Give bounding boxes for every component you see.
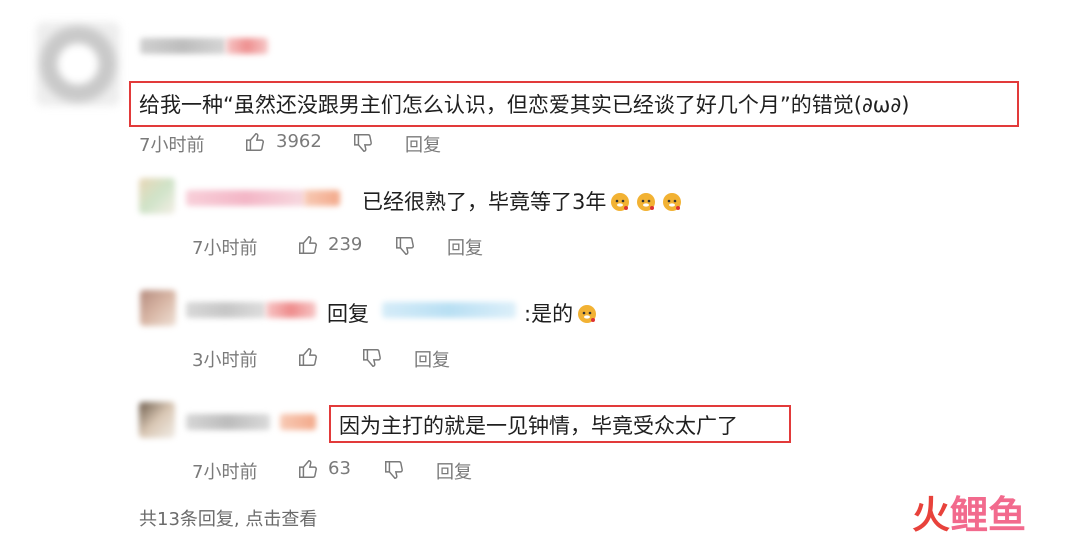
thumbs-up-icon — [299, 236, 317, 254]
reply-suffix: :是的 — [524, 302, 574, 326]
reply-button[interactable]: 回复 — [447, 234, 483, 260]
thumbs-up-icon — [299, 460, 317, 478]
dislike-button[interactable] — [361, 347, 383, 369]
avatar[interactable] — [36, 22, 120, 106]
user-badge-blurred — [304, 190, 340, 206]
username-blurred[interactable] — [140, 38, 226, 54]
dislike-button[interactable] — [352, 132, 374, 154]
avatar[interactable] — [139, 178, 175, 214]
watermark-part2: 鲤鱼 — [950, 493, 1027, 537]
doge-emoji-icon — [634, 189, 658, 213]
reply-button[interactable]: 回复 — [436, 458, 472, 484]
dislike-button[interactable] — [383, 459, 405, 481]
view-more-replies-link[interactable]: 共13条回复, 点击查看 — [139, 505, 317, 531]
reply-prefix: 回复 — [327, 302, 369, 326]
thumbs-up-icon — [246, 133, 264, 151]
reply-time: 3小时前 — [192, 350, 258, 371]
reply-button[interactable]: 回复 — [405, 131, 441, 157]
user-badge-blurred — [266, 302, 316, 318]
thumbs-down-icon — [354, 134, 372, 152]
like-button[interactable] — [297, 346, 319, 368]
thumbs-up-icon — [299, 348, 317, 366]
username-blurred[interactable] — [186, 414, 270, 430]
reply-suffix-wrap: :是的 — [524, 298, 599, 328]
thumbs-down-icon — [385, 461, 403, 479]
watermark-logo: 火鲤鱼 — [912, 496, 1026, 534]
doge-emoji-icon — [660, 189, 684, 213]
comment-time: 7小时前 — [139, 135, 205, 156]
reply-text-content: 已经很熟了，毕竟等了3年 — [362, 190, 607, 214]
dislike-button[interactable] — [394, 235, 416, 257]
username-blurred[interactable] — [186, 190, 306, 206]
reply-text: 已经很熟了，毕竟等了3年 — [362, 186, 684, 216]
reply-time: 7小时前 — [192, 462, 258, 483]
thumbs-down-icon — [363, 349, 381, 367]
mentioned-user-blurred[interactable] — [382, 302, 516, 318]
user-badge-blurred — [226, 38, 268, 54]
reply-button[interactable]: 回复 — [414, 346, 450, 372]
watermark-part1: 火 — [912, 493, 951, 537]
username-blurred[interactable] — [186, 302, 266, 318]
like-count: 239 — [328, 234, 363, 255]
like-count: 63 — [328, 458, 351, 479]
avatar[interactable] — [139, 402, 175, 438]
comment-text: 给我一种“虽然还没跟男主们怎么认识，但恋爱其实已经谈了好几个月”的错觉(∂ω∂) — [139, 93, 910, 117]
doge-emoji-icon — [608, 189, 632, 213]
doge-emoji-icon — [575, 301, 599, 325]
reply-time: 7小时前 — [192, 238, 258, 259]
reply-text: 因为主打的就是一见钟情，毕竟受众太广了 — [339, 414, 738, 438]
thumbs-down-icon — [396, 237, 414, 255]
like-button[interactable] — [244, 131, 266, 153]
like-button[interactable] — [297, 458, 319, 480]
user-badge-blurred — [280, 414, 316, 430]
like-button[interactable] — [297, 234, 319, 256]
avatar[interactable] — [140, 290, 176, 326]
like-count: 3962 — [276, 131, 322, 152]
